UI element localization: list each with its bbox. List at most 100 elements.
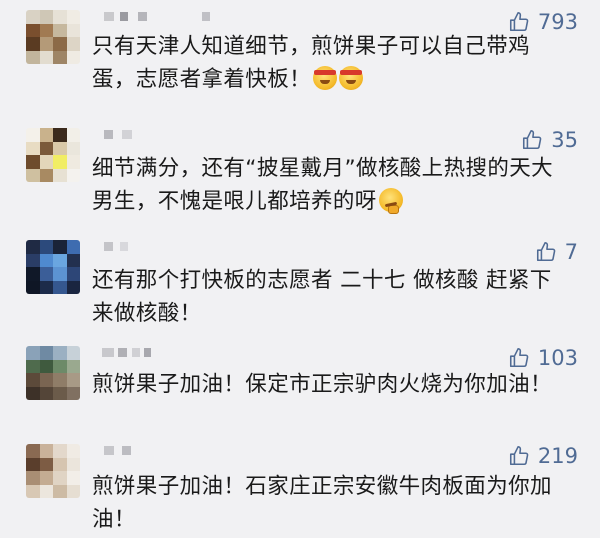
avatar-mosaic-tile: [53, 253, 67, 267]
avatar-mosaic-tile: [39, 23, 53, 37]
avatar-mosaic-tile: [53, 373, 67, 387]
avatar-mosaic-tile: [39, 168, 53, 182]
thumbs-up-icon: [536, 242, 555, 262]
avatar-mosaic-tile: [26, 484, 40, 498]
avatar-mosaic-tile: [66, 168, 80, 182]
avatar-mosaic-tile: [39, 359, 53, 373]
avatar-mosaic-tile: [66, 267, 80, 281]
avatar-mosaic-tile: [26, 23, 40, 37]
thumbs-up-icon: [509, 446, 529, 466]
avatar-mosaic-tile: [66, 484, 80, 498]
like-count: 7: [564, 240, 578, 264]
avatar-mosaic-tile: [66, 359, 80, 373]
avatar-mosaic-tile: [53, 346, 67, 360]
avatar-mosaic-tile: [26, 253, 40, 267]
comment-text: 只有天津人知道细节，煎饼果子可以自己带鸡蛋，志愿者拿着快板！: [92, 34, 531, 92]
avatar-mosaic-tile: [39, 253, 53, 267]
thumbs-up-icon: [523, 130, 542, 150]
thinking-emoji: [378, 188, 403, 214]
avatar-mosaic-tile: [39, 280, 53, 294]
like-button[interactable]: 103: [508, 346, 578, 370]
avatar-mosaic-tile: [53, 155, 67, 169]
avatar-mosaic-tile: [39, 471, 53, 485]
avatar-mosaic-tile: [39, 128, 53, 142]
comment-text: 还有那个打快板的志愿者 二十七 做核酸 赶紧下来做核酸！: [92, 268, 552, 326]
avatar-mosaic-tile: [66, 128, 80, 142]
avatar-mosaic-tile: [39, 50, 53, 64]
avatar-mosaic-tile: [39, 240, 53, 254]
avatar-mosaic-tile: [26, 373, 40, 387]
like-button[interactable]: 219: [508, 444, 578, 468]
avatar-mosaic-tile: [26, 141, 40, 155]
avatar-mosaic-tile: [66, 141, 80, 155]
avatar[interactable]: [26, 240, 80, 294]
blurred-username[interactable]: [98, 12, 210, 22]
avatar[interactable]: [26, 444, 80, 498]
blurred-username[interactable]: [98, 242, 178, 252]
avatar-mosaic-tile: [39, 444, 53, 458]
avatar-mosaic-tile: [53, 457, 67, 471]
avatar-mosaic-tile: [53, 168, 67, 182]
avatar-mosaic-tile: [53, 267, 67, 281]
avatar-mosaic-tile: [66, 280, 80, 294]
avatar[interactable]: [26, 128, 80, 182]
avatar-mosaic-tile: [53, 23, 67, 37]
avatar-mosaic-tile: [26, 128, 40, 142]
avatar-mosaic-tile: [53, 386, 67, 400]
avatar-mosaic-tile: [53, 50, 67, 64]
avatar-mosaic-tile: [26, 10, 40, 24]
avatar-mosaic-tile: [53, 359, 67, 373]
avatar-mosaic-tile: [26, 280, 40, 294]
avatar-mosaic-tile: [53, 37, 67, 51]
comment-text: 煎饼果子加油！保定市正宗驴肉火烧为你加油！: [92, 372, 552, 397]
avatar-mosaic-tile: [66, 23, 80, 37]
thumbs-up-icon: [509, 348, 529, 368]
avatar-mosaic-tile: [66, 155, 80, 169]
like-button[interactable]: 7: [535, 240, 578, 264]
avatar-mosaic-tile: [26, 168, 40, 182]
avatar-mosaic-tile: [26, 471, 40, 485]
avatar-mosaic-tile: [26, 37, 40, 51]
avatar-mosaic-tile: [53, 444, 67, 458]
clapperboard-headband-emoji: [313, 66, 338, 90]
avatar-mosaic-tile: [53, 240, 67, 254]
avatar-mosaic-tile: [26, 346, 40, 360]
avatar-mosaic-tile: [53, 10, 67, 24]
avatar-mosaic-tile: [26, 267, 40, 281]
avatar-mosaic-tile: [66, 373, 80, 387]
avatar-mosaic-tile: [53, 128, 67, 142]
avatar-mosaic-tile: [53, 471, 67, 485]
comment-text: 细节满分，还有“披星戴月”做核酸上热搜的天大男生，不愧是哏儿都培养的呀: [92, 156, 554, 214]
avatar-mosaic-tile: [39, 37, 53, 51]
avatar-mosaic-tile: [66, 346, 80, 360]
avatar-mosaic-tile: [39, 346, 53, 360]
avatar-mosaic-tile: [39, 457, 53, 471]
avatar[interactable]: [26, 346, 80, 400]
avatar-mosaic-tile: [53, 280, 67, 294]
avatar-mosaic-tile: [39, 373, 53, 387]
comment-feed: 793 只有天津人知道细节，煎饼果子可以自己带鸡蛋，志愿者拿着快板！ 35 细节…: [0, 0, 600, 538]
avatar-mosaic-tile: [66, 444, 80, 458]
blurred-username[interactable]: [98, 446, 178, 456]
avatar-mosaic-tile: [26, 359, 40, 373]
avatar-mosaic-tile: [39, 141, 53, 155]
avatar-mosaic-tile: [26, 444, 40, 458]
avatar-mosaic-tile: [39, 155, 53, 169]
avatar-mosaic-tile: [53, 141, 67, 155]
like-button[interactable]: 35: [521, 128, 578, 152]
avatar-mosaic-tile: [26, 155, 40, 169]
avatar-mosaic-tile: [66, 253, 80, 267]
avatar-mosaic-tile: [39, 10, 53, 24]
comment-text: 煎饼果子加油！石家庄正宗安徽牛肉板面为你加油！: [92, 474, 552, 532]
avatar[interactable]: [26, 10, 80, 64]
like-count: 103: [537, 346, 578, 370]
avatar-mosaic-tile: [66, 10, 80, 24]
like-count: 35: [551, 128, 578, 152]
blurred-username[interactable]: [98, 348, 178, 358]
avatar-mosaic-tile: [26, 50, 40, 64]
avatar-mosaic-tile: [66, 457, 80, 471]
avatar-mosaic-tile: [66, 240, 80, 254]
blurred-username[interactable]: [98, 130, 178, 140]
like-count: 219: [537, 444, 578, 468]
avatar-mosaic-tile: [26, 457, 40, 471]
